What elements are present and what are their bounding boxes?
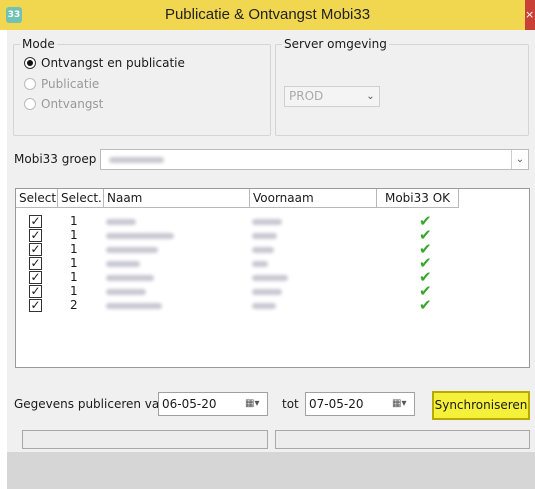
select-value: 1	[70, 242, 78, 256]
group-value-redacted	[109, 156, 164, 163]
server-select[interactable]: PROD ⌄	[284, 86, 380, 107]
window-title: Publicatie & Ontvangst Mobi33	[164, 6, 371, 23]
date-from-field[interactable]: 06-05-20 ▦▾	[158, 392, 268, 416]
server-groupbox: Server omgeving PROD ⌄	[275, 37, 529, 136]
select-checkbox[interactable]: ✓	[29, 243, 42, 256]
server-value: PROD	[289, 89, 324, 103]
radio-label: Ontvangst en publicatie	[41, 56, 185, 70]
synchronize-button[interactable]: Synchroniseren	[432, 391, 530, 420]
firstname-redacted	[252, 288, 282, 295]
status-right	[275, 430, 530, 449]
footer-area	[7, 452, 535, 489]
firstname-redacted	[252, 302, 276, 309]
title-bar[interactable]: 33 Publicatie & Ontvangst Mobi33 ×	[0, 0, 535, 30]
date-to-field[interactable]: 07-05-20 ▦▾	[305, 392, 415, 416]
publish-label: Gegevens publiceren van	[14, 397, 167, 411]
radio-label: Publicatie	[41, 77, 100, 91]
column-header[interactable]: Mobi33 OK	[377, 189, 459, 208]
column-header[interactable]: Voornaam	[250, 189, 377, 208]
date-from-value: 06-05-20	[162, 397, 217, 411]
firstname-redacted	[252, 274, 288, 281]
column-header[interactable]: Select.	[16, 189, 58, 208]
server-legend: Server omgeving	[282, 37, 389, 51]
member-table[interactable]: Select. Select. Naam Voornaam Mobi33 OK …	[15, 188, 530, 368]
name-redacted	[106, 274, 154, 281]
select-value: 1	[70, 228, 78, 242]
radio-publicatie[interactable]: Publicatie	[24, 76, 99, 92]
name-redacted	[106, 218, 136, 225]
mode-groupbox: Mode Ontvangst en publicatie Publicatie …	[13, 37, 271, 136]
group-label: Mobi33 groep	[14, 152, 97, 166]
table-header: Select. Select. Naam Voornaam Mobi33 OK	[16, 189, 529, 208]
table-row[interactable]: ✓ 2 ✔	[16, 296, 496, 314]
mode-legend: Mode	[20, 37, 57, 51]
calendar-icon[interactable]: ▦▾	[392, 398, 410, 410]
select-value: 1	[70, 256, 78, 270]
firstname-redacted	[252, 260, 268, 267]
name-redacted	[106, 288, 146, 295]
select-checkbox[interactable]: ✓	[29, 285, 42, 298]
radio-ontvangst-en-publicatie[interactable]: Ontvangst en publicatie	[24, 55, 185, 71]
select-value: 2	[70, 298, 78, 312]
name-redacted	[106, 302, 162, 309]
select-checkbox[interactable]: ✓	[29, 299, 42, 312]
radio-dot[interactable]	[24, 78, 36, 90]
select-checkbox[interactable]: ✓	[29, 271, 42, 284]
chevron-down-icon[interactable]: ⌄	[511, 150, 528, 169]
select-checkbox[interactable]: ✓	[29, 229, 42, 242]
firstname-redacted	[252, 218, 282, 225]
radio-dot[interactable]	[24, 98, 36, 110]
select-checkbox[interactable]: ✓	[29, 257, 42, 270]
select-checkbox[interactable]: ✓	[29, 215, 42, 228]
calendar-icon[interactable]: ▦▾	[245, 398, 263, 410]
radio-dot[interactable]	[24, 57, 36, 69]
select-value: 1	[70, 214, 78, 228]
status-left	[22, 430, 268, 449]
group-select[interactable]: ⌄	[100, 149, 529, 170]
firstname-redacted	[252, 232, 277, 239]
column-header[interactable]: Naam	[104, 189, 250, 208]
select-value: 1	[70, 284, 78, 298]
select-value: 1	[70, 270, 78, 284]
radio-label: Ontvangst	[41, 97, 104, 111]
to-label: tot	[282, 397, 299, 411]
radio-ontvangst[interactable]: Ontvangst	[24, 96, 103, 112]
date-to-value: 07-05-20	[309, 397, 364, 411]
firstname-redacted	[252, 246, 274, 253]
chevron-down-icon: ⌄	[366, 91, 375, 102]
name-redacted	[106, 246, 158, 253]
close-button[interactable]: ×	[525, 0, 535, 30]
check-icon: ✔	[419, 296, 432, 314]
dialog-body: Mode Ontvangst en publicatie Publicatie …	[7, 30, 535, 489]
name-redacted	[106, 260, 140, 267]
name-redacted	[106, 232, 174, 239]
column-header[interactable]: Select.	[58, 189, 104, 208]
